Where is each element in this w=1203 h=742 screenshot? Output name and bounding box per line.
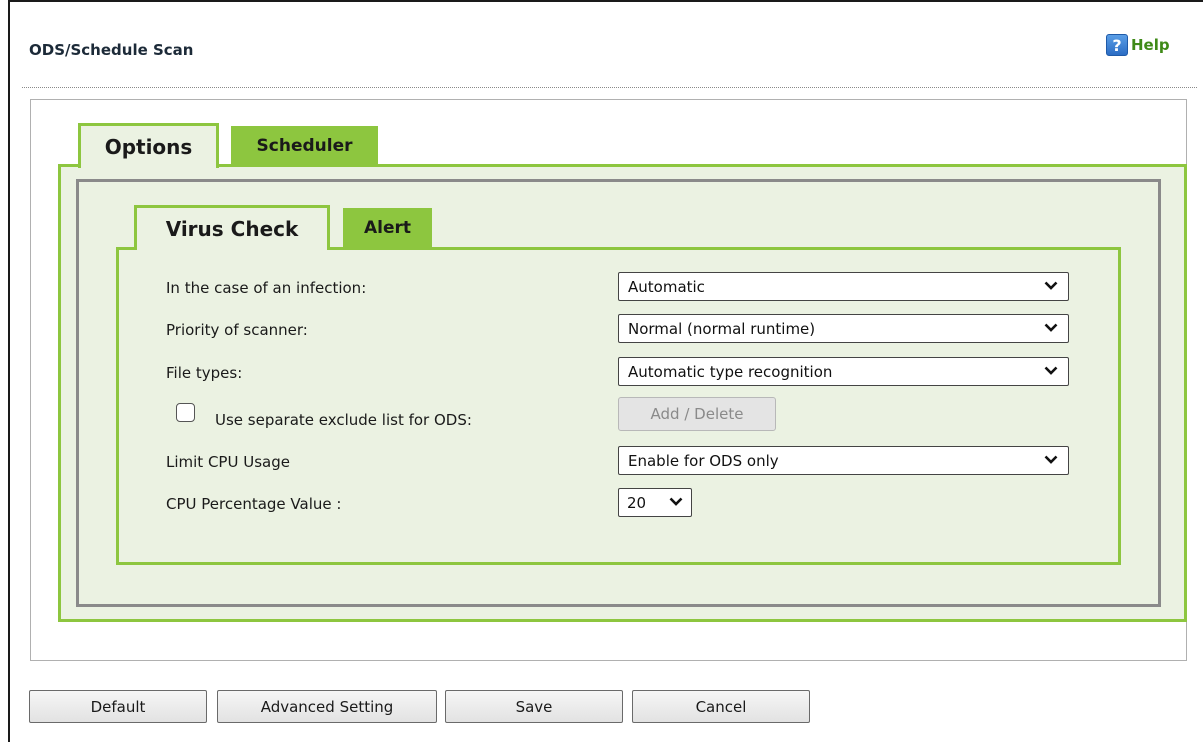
help-question-icon: ? [1106, 34, 1128, 56]
tab-alert[interactable]: Alert [343, 208, 432, 248]
help-link[interactable]: ? Help [1106, 34, 1170, 56]
cpu-percent-select[interactable]: 20 [618, 488, 692, 517]
chevron-down-icon [1044, 455, 1058, 464]
cpu-limit-value: Enable for ODS only [628, 451, 779, 470]
tab-virus-check[interactable]: Virus Check [134, 205, 330, 250]
save-button[interactable]: Save [445, 690, 623, 723]
advanced-setting-button[interactable]: Advanced Setting [217, 690, 437, 723]
default-button[interactable]: Default [29, 690, 207, 723]
exclude-list-label: Use separate exclude list for ODS: [215, 411, 472, 429]
cpu-percent-label: CPU Percentage Value : [166, 495, 342, 513]
page-title: ODS/Schedule Scan [29, 41, 194, 59]
file-types-label: File types: [166, 364, 243, 382]
file-types-select[interactable]: Automatic type recognition [618, 357, 1069, 386]
infection-action-label: In the case of an infection: [166, 279, 367, 297]
infection-action-select[interactable]: Automatic [618, 272, 1069, 301]
tab-scheduler[interactable]: Scheduler [231, 126, 378, 166]
tab-options[interactable]: Options [78, 123, 219, 168]
cpu-percent-value: 20 [627, 493, 647, 512]
title-divider [22, 87, 1197, 88]
add-delete-button[interactable]: Add / Delete [618, 397, 776, 431]
chevron-down-icon [669, 497, 683, 506]
window-frame-top [8, 0, 1203, 2]
help-label: Help [1131, 36, 1170, 54]
scanner-priority-label: Priority of scanner: [166, 321, 308, 339]
window-frame-left [8, 0, 10, 742]
infection-action-value: Automatic [628, 277, 705, 296]
cancel-button[interactable]: Cancel [632, 690, 810, 723]
chevron-down-icon [1044, 366, 1058, 375]
cpu-limit-label: Limit CPU Usage [166, 453, 290, 471]
scanner-priority-select[interactable]: Normal (normal runtime) [618, 314, 1069, 343]
file-types-value: Automatic type recognition [628, 362, 833, 381]
cpu-limit-select[interactable]: Enable for ODS only [618, 446, 1069, 475]
chevron-down-icon [1044, 281, 1058, 290]
scanner-priority-value: Normal (normal runtime) [628, 319, 816, 338]
chevron-down-icon [1044, 323, 1058, 332]
exclude-list-checkbox[interactable] [176, 403, 195, 422]
